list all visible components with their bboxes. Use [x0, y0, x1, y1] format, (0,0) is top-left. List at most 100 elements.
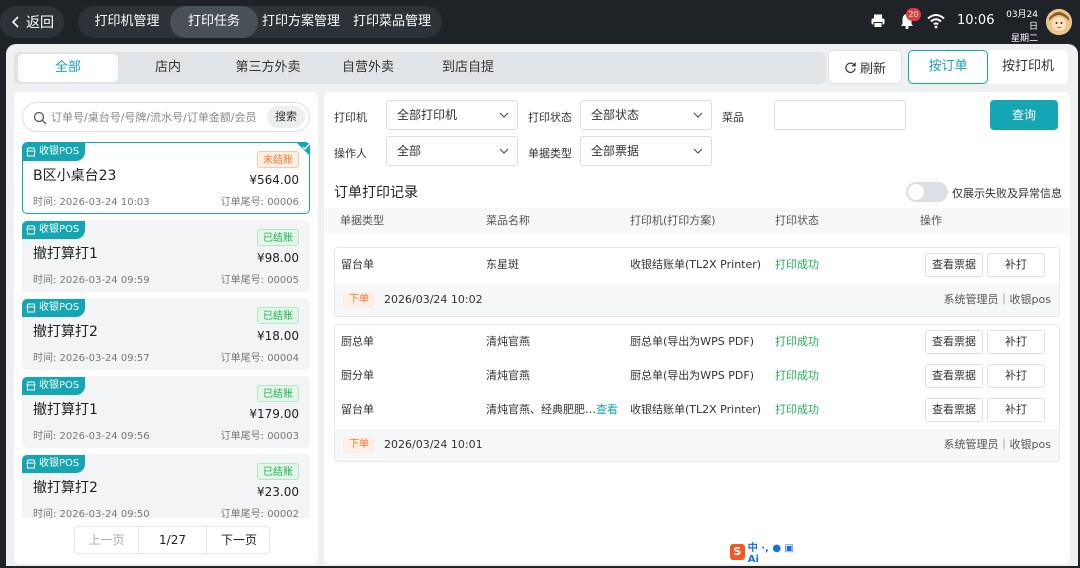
col-dish-name: 菜品名称 [486, 214, 530, 227]
shop-icon [26, 459, 36, 469]
print-status-filter-select[interactable]: 全部状态 [580, 100, 712, 130]
table-row: 厨总单 清炖官燕 厨总单(导出为WPS PDF) 打印成功 查看票据 补打 [335, 325, 1059, 359]
view-more-link[interactable]: 查看 [596, 403, 618, 416]
col-printer: 打印机(打印方案) [630, 214, 716, 227]
search-input[interactable] [51, 107, 261, 127]
doc-type-filter-value: 全部票据 [591, 144, 640, 158]
order-title: B区小桌台23 [33, 168, 117, 184]
shop-icon [26, 303, 36, 313]
reprint-button[interactable]: 补打 [987, 364, 1045, 388]
order-title: 撤打算打1 [33, 402, 98, 418]
reprint-button[interactable]: 补打 [987, 398, 1045, 422]
tab-dine-in[interactable]: 店内 [118, 54, 218, 82]
tab-pickup[interactable]: 到店自提 [418, 54, 518, 82]
reprint-button[interactable]: 补打 [987, 330, 1045, 354]
order-tail-number: 订单尾号: 00005 [220, 275, 299, 286]
tab-third-party-delivery[interactable]: 第三方外卖 [218, 54, 318, 82]
order-tail-number: 订单尾号: 00004 [220, 353, 299, 364]
printer-filter-select[interactable]: 全部打印机 [386, 100, 518, 130]
prev-page-button[interactable]: 上一页 [75, 527, 139, 553]
order-time: 时间: 2026-03-24 09:50 [33, 509, 150, 518]
source-tag: 收银POS [22, 221, 86, 239]
table-row: 留台单 东星斑 收银结账单(TL2X Printer) 打印成功 查看票据 补打 [335, 248, 1059, 282]
source-tag-label: 收银POS [39, 224, 80, 235]
failures-only-toggle[interactable] [906, 182, 948, 202]
print-status-filter-label: 打印状态 [528, 111, 572, 124]
tab-print-tasks[interactable]: 打印任务 [170, 6, 258, 38]
view-ticket-button[interactable]: 查看票据 [925, 253, 983, 277]
view-by-order-button[interactable]: 按订单 [908, 50, 988, 84]
search-icon [33, 111, 47, 125]
table-row: 留台单 清炖官燕、经典肥肥…查看 收银结账单(TL2X Printer) 打印成… [335, 393, 1059, 427]
view-by-printer-button[interactable]: 按打印机 [988, 50, 1068, 84]
pagination: 上一页 1/27 下一页 [74, 526, 270, 554]
order-title: 撤打算打2 [33, 324, 98, 340]
avatar-face-icon [1046, 9, 1072, 35]
group-footer: 下单 2026/03/24 10:01 系统管理员｜收银pos [335, 429, 1059, 461]
query-button[interactable]: 查询 [990, 100, 1058, 130]
status-badge: 已结账 [257, 307, 299, 324]
dish-filter-input[interactable] [774, 100, 906, 130]
order-time: 时间: 2026-03-24 09:57 [33, 353, 150, 364]
cell-dish-text: 清炖官燕、经典肥肥… [486, 403, 596, 416]
order-card[interactable]: 收银POS 撤打算打1 已结账 ¥179.00 时间: 2026-03-24 0… [22, 376, 310, 448]
cell-doc-type: 留台单 [341, 403, 374, 416]
doc-type-filter-select[interactable]: 全部票据 [580, 136, 712, 166]
refresh-button[interactable]: 刷新 [828, 50, 902, 84]
category-tabs: 全部 店内 第三方外卖 自营外卖 到店自提 [14, 52, 826, 84]
status-badge: 已结账 [257, 385, 299, 402]
order-tail-number: 订单尾号: 00006 [220, 197, 299, 208]
tab-all[interactable]: 全部 [18, 54, 118, 82]
view-ticket-button[interactable]: 查看票据 [925, 364, 983, 388]
refresh-icon [845, 61, 856, 73]
order-action-time: 2026/03/24 10:01 [384, 438, 483, 451]
operator-filter-value: 全部 [397, 144, 422, 158]
operator-filter-select[interactable]: 全部 [386, 136, 518, 166]
selected-corner [296, 142, 310, 156]
next-page-button[interactable]: 下一页 [207, 527, 271, 553]
tab-print-dish-management[interactable]: 打印菜品管理 [346, 6, 438, 38]
print-status-filter-value: 全部状态 [591, 108, 640, 122]
order-title: 撤打算打1 [33, 246, 98, 262]
order-list: 收银POS B区小桌台23 未结账 ¥564.00 时间: 2026-03-24… [14, 138, 318, 518]
top-bar: 返回 打印机管理 打印任务 打印方案管理 打印菜品管理 20 10:06 03月… [0, 0, 1080, 44]
order-action-tag: 下单 [343, 292, 375, 308]
order-card[interactable]: 收银POS 撤打算打1 已结账 ¥98.00 时间: 2026-03-24 09… [22, 220, 310, 292]
order-tail-number: 订单尾号: 00002 [220, 509, 299, 518]
source-tag: 收银POS [22, 143, 86, 161]
back-button[interactable]: 返回 [0, 6, 64, 38]
reprint-button[interactable]: 补打 [987, 253, 1045, 277]
order-card[interactable]: 收银POS 撤打算打2 已结账 ¥18.00 时间: 2026-03-24 09… [22, 298, 310, 370]
print-record-group: 厨总单 清炖官燕 厨总单(导出为WPS PDF) 打印成功 查看票据 补打 厨分… [334, 324, 1060, 462]
avatar[interactable] [1046, 9, 1072, 35]
order-card[interactable]: 收银POS 撤打算打2 已结账 ¥23.00 时间: 2026-03-24 09… [22, 454, 310, 518]
cell-printer: 收银结账单(TL2X Printer) [630, 258, 762, 271]
cell-status: 打印成功 [775, 369, 819, 382]
status-badge: 已结账 [257, 463, 299, 480]
page-indicator: 1/27 [139, 527, 207, 553]
sogou-ime-icon: S [730, 544, 745, 560]
order-action-tag: 下单 [343, 437, 375, 453]
tab-self-delivery[interactable]: 自营外卖 [318, 54, 418, 82]
tab-print-scheme-management[interactable]: 打印方案管理 [258, 6, 344, 38]
printer-icon[interactable] [870, 13, 886, 29]
chevron-down-icon [499, 148, 509, 154]
order-tail-number: 订单尾号: 00003 [220, 431, 299, 442]
failures-only-label: 仅展示失败及异常信息 [952, 187, 1062, 200]
search-button[interactable]: 搜索 [267, 106, 305, 128]
shop-icon [26, 225, 36, 235]
main-panel: 全部 店内 第三方外卖 自营外卖 到店自提 刷新 按订单 按打印机 搜索 [6, 44, 1078, 566]
date-text: 03月24日 [1006, 10, 1038, 32]
cell-dish: 清炖官燕 [486, 335, 530, 348]
chevron-down-icon [693, 148, 703, 154]
ime-toolbar[interactable]: S 中 ·, ● ▣ Ai [730, 543, 804, 565]
tab-printer-management[interactable]: 打印机管理 [82, 6, 172, 38]
order-list-panel: 搜索 收银POS B区小桌台23 未结账 ¥564.00 时间: 2026-03… [14, 92, 318, 564]
source-tag-label: 收银POS [39, 302, 80, 313]
view-ticket-button[interactable]: 查看票据 [925, 398, 983, 422]
source-tag: 收银POS [22, 299, 86, 317]
order-card[interactable]: 收银POS B区小桌台23 未结账 ¥564.00 时间: 2026-03-24… [22, 142, 310, 214]
source-tag: 收银POS [22, 455, 86, 473]
print-record-group: 留台单 东星斑 收银结账单(TL2X Printer) 打印成功 查看票据 补打… [334, 247, 1060, 317]
view-ticket-button[interactable]: 查看票据 [925, 330, 983, 354]
